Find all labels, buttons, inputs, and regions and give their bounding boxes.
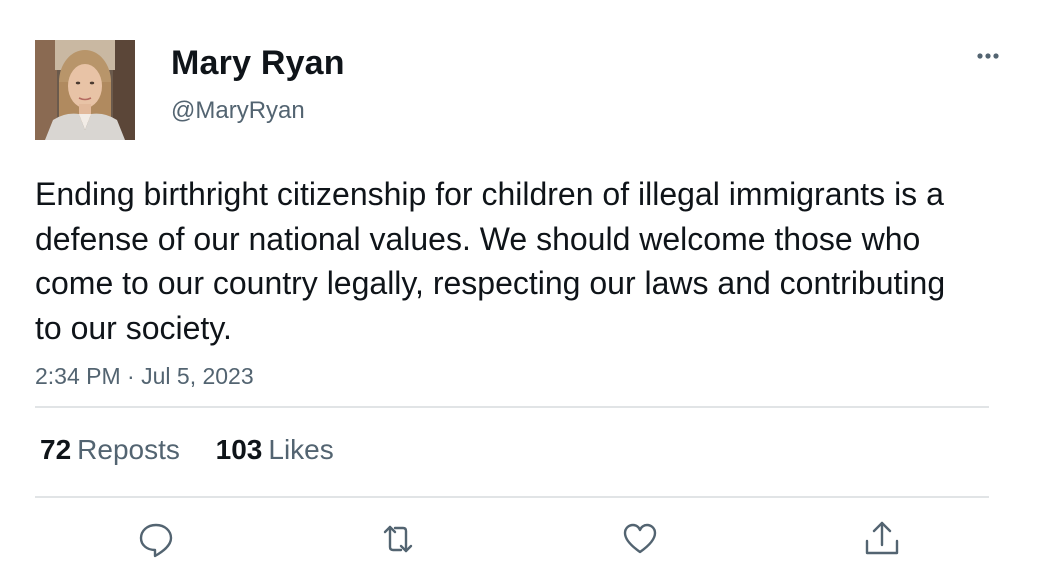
timestamp-separator: · [127, 363, 135, 389]
reposts-count: 72 [40, 434, 72, 465]
engagement-stats: 72 Reposts 103 Likes [40, 433, 334, 467]
more-horizontal-icon [977, 53, 999, 59]
reposts-stat[interactable]: 72 Reposts [40, 433, 180, 467]
reply-icon [139, 523, 173, 558]
likes-stat[interactable]: 103 Likes [216, 433, 334, 467]
divider-bottom [35, 496, 989, 498]
avatar[interactable] [35, 40, 135, 140]
divider-top [35, 406, 989, 408]
tweet-text: Ending birthright citizenship for childr… [35, 176, 946, 346]
more-options-button[interactable] [966, 40, 1010, 72]
display-name[interactable]: Mary Ryan [171, 42, 345, 84]
reply-button[interactable] [134, 517, 178, 561]
tweet-time[interactable]: 2:34 PM [35, 363, 121, 389]
likes-label: Likes [268, 434, 334, 465]
user-handle[interactable]: @MaryRyan [171, 96, 305, 126]
likes-count: 103 [215, 434, 263, 465]
share-icon [865, 521, 899, 555]
tweet-timestamp: 2:34 PM · Jul 5, 2023 [35, 361, 254, 391]
repost-button[interactable] [376, 517, 420, 561]
avatar-photo [35, 40, 135, 140]
reposts-label: Reposts [77, 434, 180, 465]
tweet-date[interactable]: Jul 5, 2023 [141, 363, 254, 389]
repost-icon [383, 525, 413, 553]
heart-icon [623, 523, 657, 554]
share-button[interactable] [860, 517, 904, 561]
tweet-card: Mary Ryan @MaryRyan Ending birthright ci… [0, 0, 1050, 570]
like-button[interactable] [618, 517, 662, 561]
